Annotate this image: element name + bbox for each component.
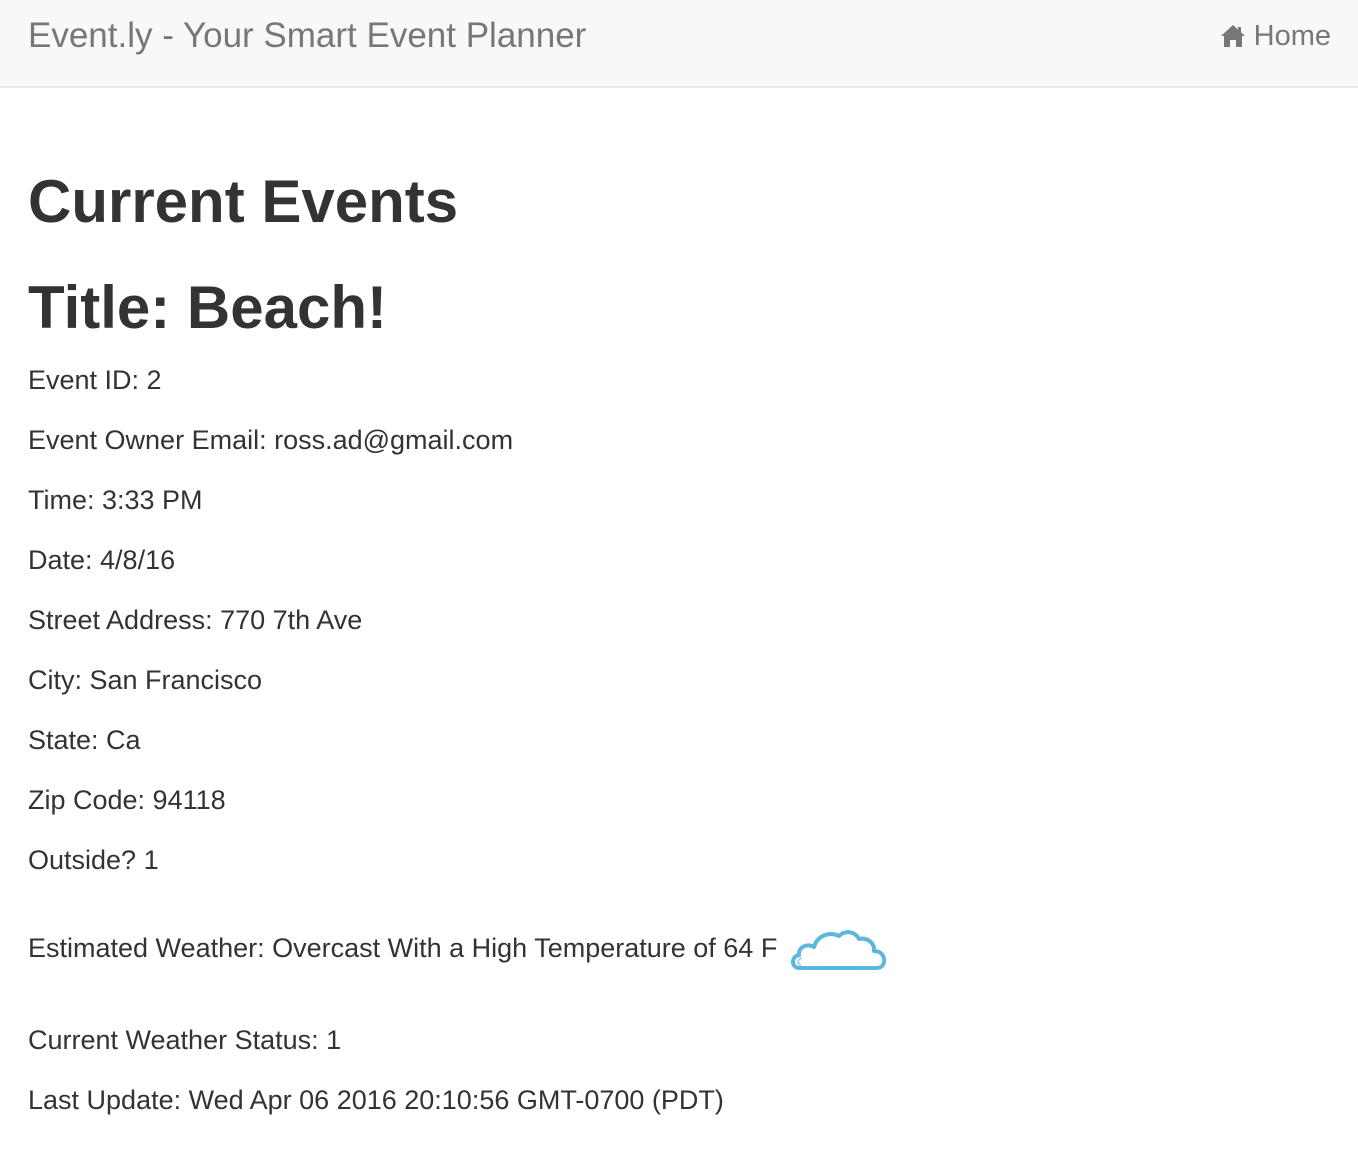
page-title: Current Events — [28, 168, 459, 235]
estimated-weather-row: Estimated Weather: Overcast With a High … — [28, 922, 889, 974]
brand-link[interactable]: Event.ly - Your Smart Event Planner — [28, 14, 586, 58]
event-city: City: San Francisco — [28, 665, 263, 695]
current-weather-status: Current Weather Status: 1 — [28, 1025, 342, 1055]
last-update: Last Update: Wed Apr 06 2016 20:10:56 GM… — [28, 1085, 724, 1115]
event-date: Date: 4/8/16 — [28, 545, 176, 575]
home-nav-link[interactable]: Home — [1220, 18, 1331, 54]
home-icon — [1220, 25, 1245, 47]
event-owner-email: Event Owner Email: ross.ad@gmail.com — [28, 425, 514, 455]
event-outside: Outside? 1 — [28, 845, 159, 875]
event-time: Time: 3:33 PM — [28, 485, 203, 515]
estimated-weather: Estimated Weather: Overcast With a High … — [28, 933, 778, 963]
top-navbar: Event.ly - Your Smart Event Planner Home — [0, 0, 1358, 88]
cloud-icon — [791, 930, 887, 970]
event-id: Event ID: 2 — [28, 365, 162, 395]
event-title: Title: Beach! — [28, 274, 387, 341]
event-state: State: Ca — [28, 725, 141, 755]
event-zip-code: Zip Code: 94118 — [28, 785, 226, 815]
event-street-address: Street Address: 770 7th Ave — [28, 605, 363, 635]
home-nav-label: Home — [1253, 20, 1331, 52]
